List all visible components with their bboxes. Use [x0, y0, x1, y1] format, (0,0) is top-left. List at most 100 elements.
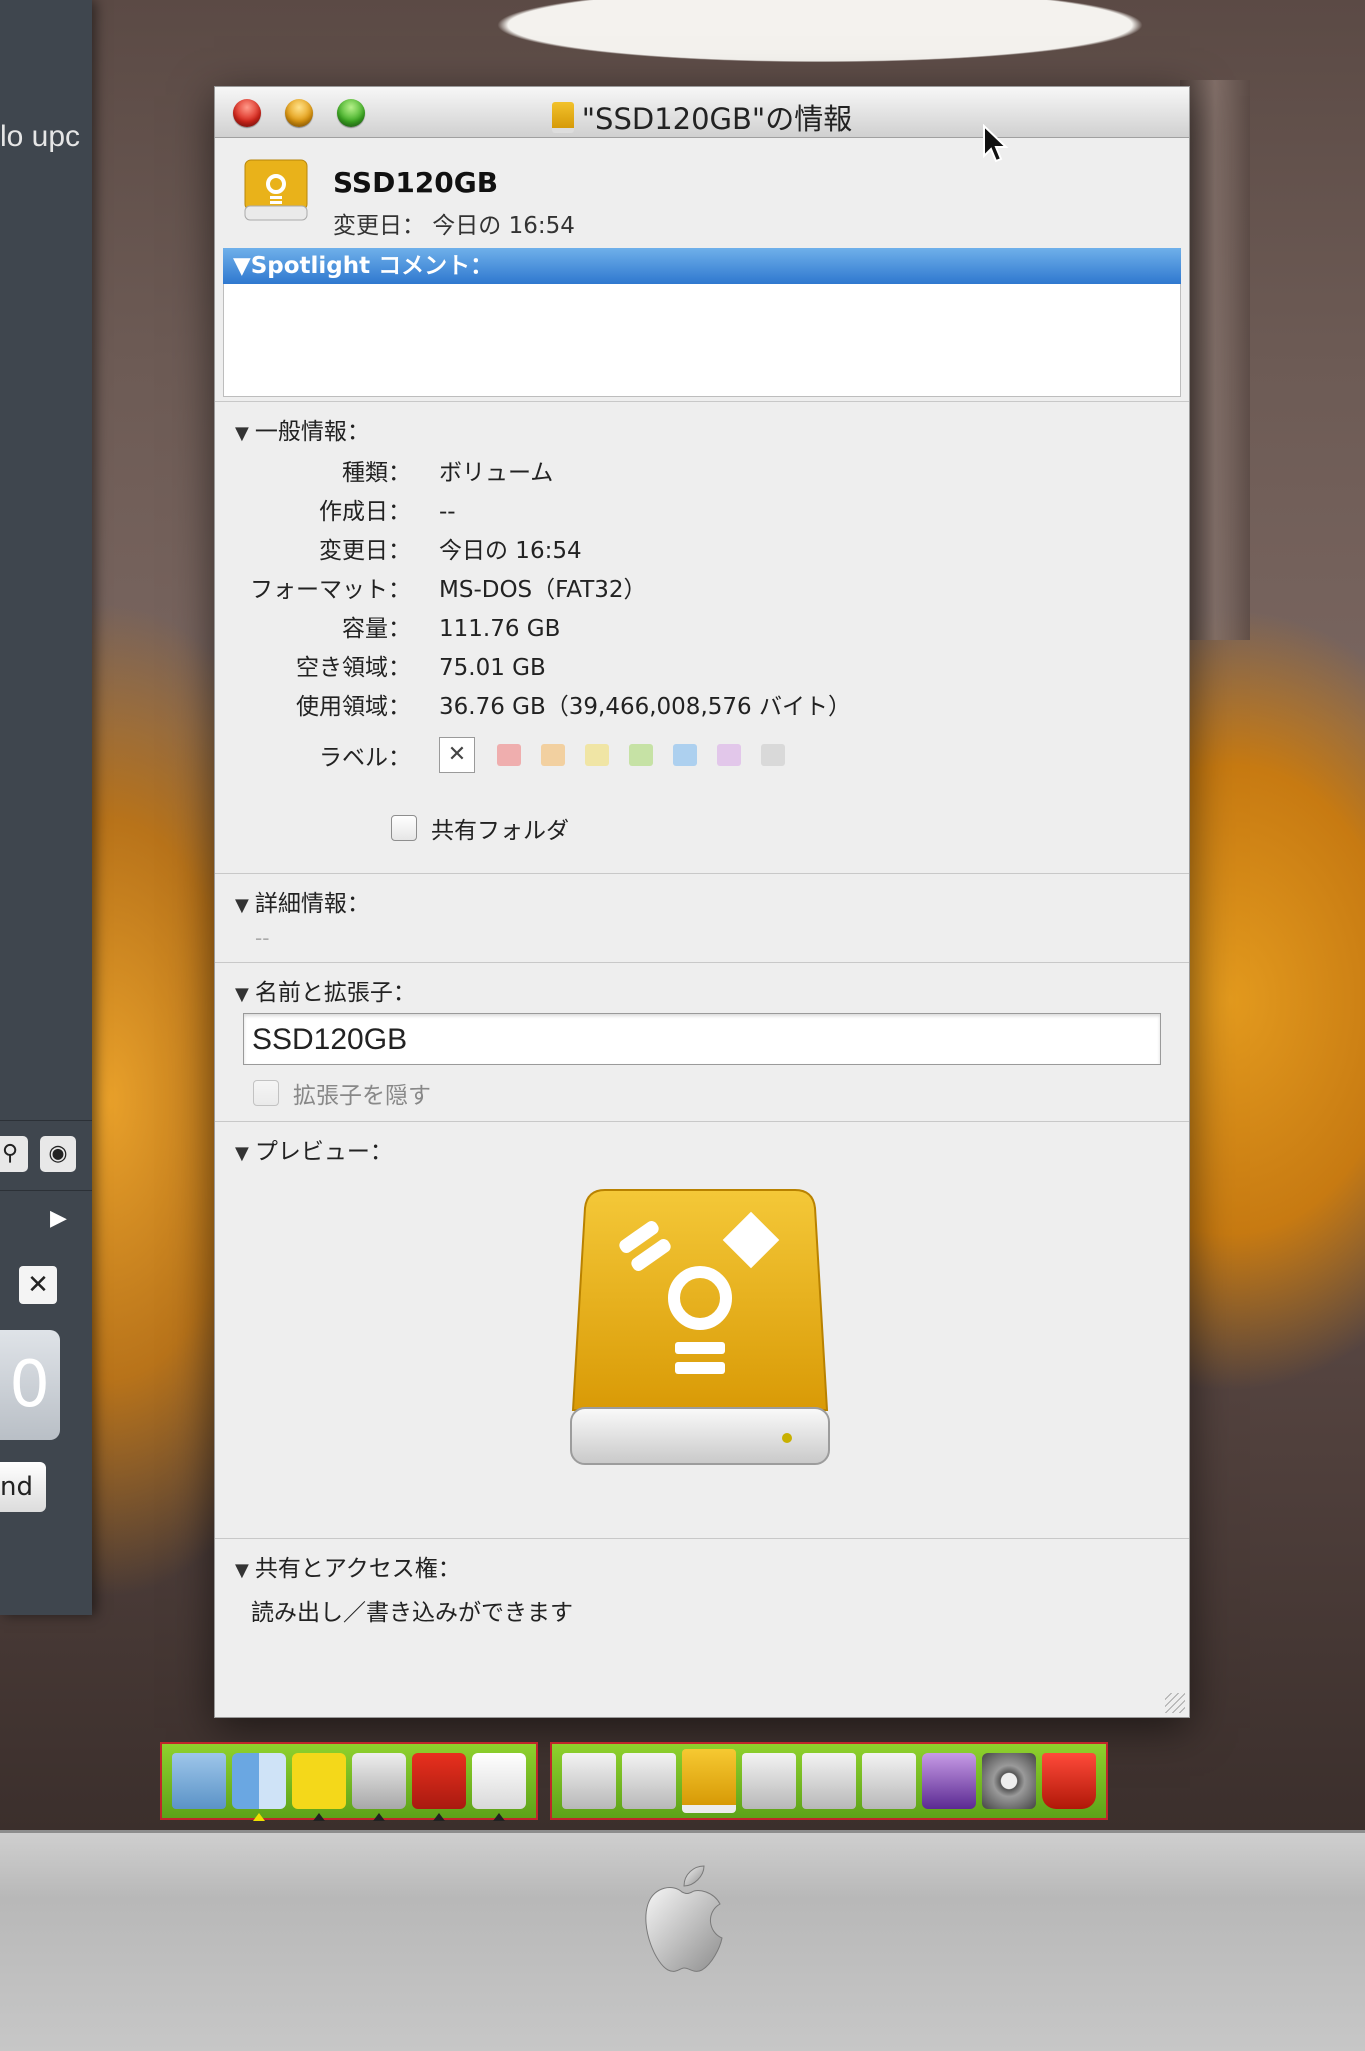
- bird-icon[interactable]: [292, 1753, 346, 1821]
- disclosure-triangle-icon[interactable]: ▼: [235, 895, 249, 916]
- preview-area: [215, 1168, 1189, 1538]
- get-info-window: "SSD120GB"の情報 SSD120GB 変更日： 今日の 16:54 ▼S…: [214, 86, 1190, 1718]
- background-window-button[interactable]: nd: [0, 1462, 46, 1512]
- running-indicator: [253, 1813, 265, 1821]
- spotlight-comments-header[interactable]: ▼Spotlight コメント：: [223, 248, 1181, 284]
- label-none-button[interactable]: ✕: [439, 737, 475, 773]
- details-title: 詳細情報：: [254, 891, 370, 917]
- folder-icon[interactable]: [172, 1753, 226, 1809]
- mouse-cursor-icon: [983, 124, 1009, 163]
- toolbar-button-icon[interactable]: ⚲: [0, 1136, 28, 1172]
- label-blue-swatch[interactable]: [673, 744, 697, 766]
- shared-folder-checkbox[interactable]: [391, 815, 417, 841]
- info-row: フォーマット： MS-DOS（FAT32）: [215, 571, 1189, 610]
- label-yellow-swatch[interactable]: [585, 744, 609, 766]
- resize-grip-icon[interactable]: [1165, 1693, 1185, 1713]
- modified-line: 変更日： 今日の 16:54: [333, 213, 575, 239]
- drive-icon[interactable]: [802, 1753, 856, 1809]
- divider: [0, 1190, 92, 1191]
- hide-extension-label: 拡張子を隠す: [293, 1083, 431, 1109]
- sharing-title: 共有とアクセス権：: [254, 1556, 461, 1582]
- disclosure-triangle-icon[interactable]: ▼: [235, 423, 249, 444]
- finder-icon[interactable]: [232, 1753, 286, 1821]
- sharing-header[interactable]: ▼ 共有とアクセス権：: [215, 1539, 1189, 1585]
- name-extension-section: ▼ 名前と拡張子： SSD120GB 拡張子を隠す: [215, 962, 1189, 1121]
- general-info-rows: 種類： ボリューム 作成日： -- 変更日： 今日の 16:54 フォーマット： MS-…: [215, 448, 1189, 873]
- info-key: 空き領域：: [296, 655, 411, 681]
- info-key: 作成日：: [319, 499, 411, 525]
- label-picker: ラベル： ✕: [215, 727, 1189, 783]
- general-info-header[interactable]: ▼ 一般情報：: [215, 402, 1189, 448]
- info-value: --: [439, 499, 456, 525]
- info-row: 容量： 111.76 GB: [215, 610, 1189, 649]
- background-window-text: lo upc: [0, 120, 81, 153]
- info-row: 種類： ボリューム: [215, 454, 1189, 493]
- eye-icon[interactable]: ◉: [40, 1136, 76, 1172]
- dock-documents-group: [550, 1742, 1108, 1820]
- trash-icon[interactable]: [1042, 1753, 1096, 1809]
- info-key: 種類：: [342, 460, 411, 486]
- label-purple-swatch[interactable]: [717, 744, 741, 766]
- background-pillar: [1180, 80, 1250, 640]
- firewire-drive-icon: [244, 159, 308, 221]
- drive-icon[interactable]: [742, 1753, 796, 1809]
- label-red-swatch[interactable]: [497, 744, 521, 766]
- drive-icon[interactable]: [862, 1753, 916, 1809]
- acrobat-icon[interactable]: [412, 1753, 466, 1821]
- info-row: 空き領域： 75.01 GB: [215, 649, 1189, 688]
- info-row: 変更日： 今日の 16:54: [215, 532, 1189, 571]
- shared-folder-row: 共有フォルダ: [215, 783, 1189, 873]
- info-value: 36.76 GB（39,466,008,576 バイト）: [439, 694, 851, 720]
- blank-document-icon[interactable]: [472, 1753, 526, 1821]
- printer-icon[interactable]: [352, 1753, 406, 1821]
- info-key: 変更日：: [319, 538, 411, 564]
- shared-folder-label: 共有フォルダ: [431, 818, 569, 844]
- info-key: 容量：: [342, 616, 411, 642]
- hide-extension-checkbox[interactable]: [253, 1080, 279, 1106]
- label-green-swatch[interactable]: [629, 744, 653, 766]
- background-window[interactable]: lo upc ⚲ ◉ ▶ ✕ 0 nd: [0, 0, 92, 1615]
- gear-icon[interactable]: [982, 1753, 1036, 1809]
- sharing-status: 読み出し／書き込みができます: [251, 1600, 573, 1626]
- label-orange-swatch[interactable]: [541, 744, 565, 766]
- name-extension-title: 名前と拡張子：: [254, 980, 416, 1006]
- details-header[interactable]: ▼ 詳細情報：: [215, 874, 1189, 920]
- sharing-section: ▼ 共有とアクセス権： 読み出し／書き込みができます: [215, 1538, 1189, 1627]
- preview-section: ▼ プレビュー：: [215, 1121, 1189, 1538]
- dock-apps-group: [160, 1742, 538, 1821]
- info-value: MS-DOS（FAT32）: [439, 577, 647, 603]
- disclosure-triangle-icon[interactable]: ▼: [235, 1560, 249, 1581]
- info-value: ボリューム: [439, 460, 554, 486]
- running-indicator: [313, 1813, 325, 1821]
- title-bar[interactable]: "SSD120GB"の情報: [215, 87, 1189, 138]
- name-extension-header[interactable]: ▼ 名前と拡張子：: [215, 963, 1189, 1009]
- info-header: SSD120GB 変更日： 今日の 16:54: [215, 138, 1189, 248]
- label-key: ラベル：: [319, 745, 411, 771]
- preview-header[interactable]: ▼ プレビュー：: [215, 1122, 1189, 1168]
- general-info-section: ▼ 一般情報： 種類： ボリューム 作成日： -- 変更日： 今日の 16:54 フォー…: [215, 401, 1189, 873]
- info-row: 作成日： --: [215, 493, 1189, 532]
- apple-logo-icon: [645, 1865, 723, 1972]
- firewire-drive-icon: [551, 102, 574, 133]
- info-key: 使用領域：: [296, 694, 411, 720]
- info-key: フォーマット：: [250, 577, 411, 603]
- disclosure-triangle-icon[interactable]: ▼: [235, 1143, 249, 1164]
- drive-icon[interactable]: [562, 1753, 616, 1809]
- disclosure-triangle-icon[interactable]: ▼: [235, 984, 249, 1005]
- dock: [160, 1742, 1108, 1821]
- firewire-drive-icon: [570, 1189, 830, 1465]
- play-arrow-icon[interactable]: ▶: [50, 1206, 67, 1231]
- label-gray-swatch[interactable]: [761, 744, 785, 766]
- firewire-drive-icon[interactable]: [682, 1749, 736, 1813]
- spotlight-comments-field[interactable]: [223, 284, 1181, 397]
- volume-name: SSD120GB: [333, 166, 499, 199]
- running-indicator: [373, 1813, 385, 1821]
- info-value: 75.01 GB: [439, 655, 546, 681]
- running-indicator: [433, 1813, 445, 1821]
- info-value: 111.76 GB: [439, 616, 561, 642]
- purple-app-icon[interactable]: [922, 1753, 976, 1809]
- close-icon[interactable]: ✕: [19, 1266, 57, 1304]
- general-info-title: 一般情報：: [254, 419, 370, 445]
- name-field[interactable]: SSD120GB: [243, 1013, 1161, 1065]
- drive-icon[interactable]: [622, 1753, 676, 1809]
